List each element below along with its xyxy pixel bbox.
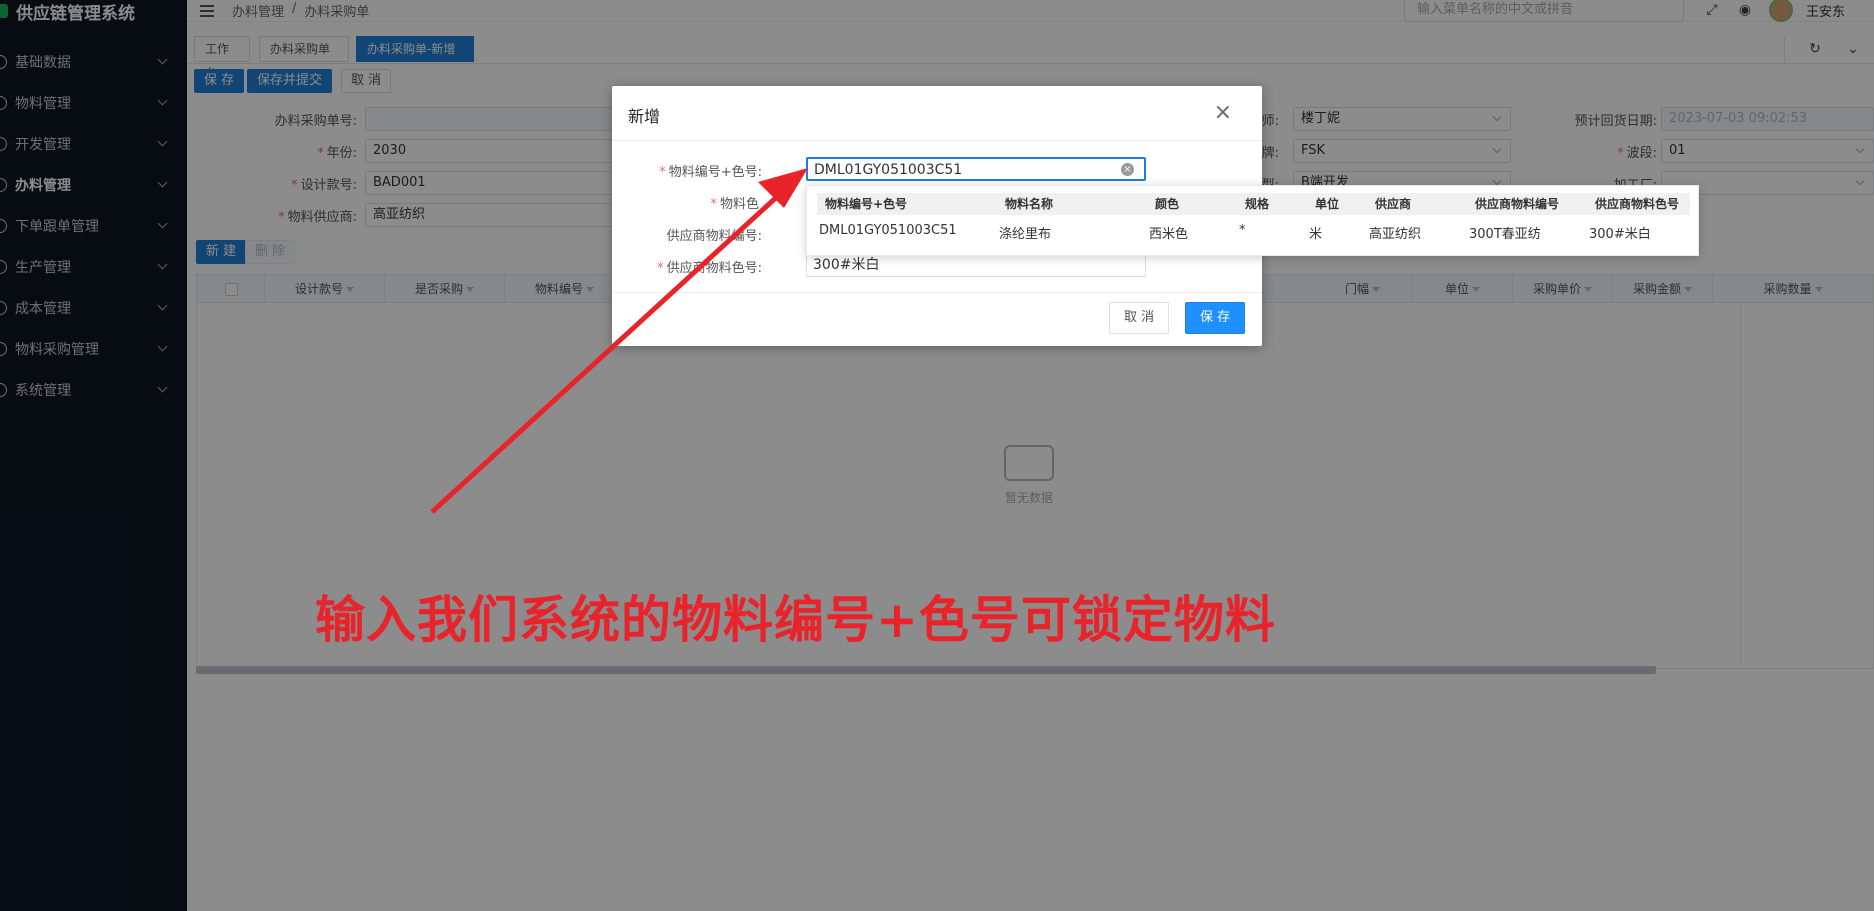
annotation-arrow: [430, 168, 808, 514]
arrow-head: [758, 168, 808, 208]
annotation-text: 输入我们系统的物料编号+色号可锁定物料: [315, 591, 1276, 649]
arrow-shaft: [430, 192, 782, 514]
